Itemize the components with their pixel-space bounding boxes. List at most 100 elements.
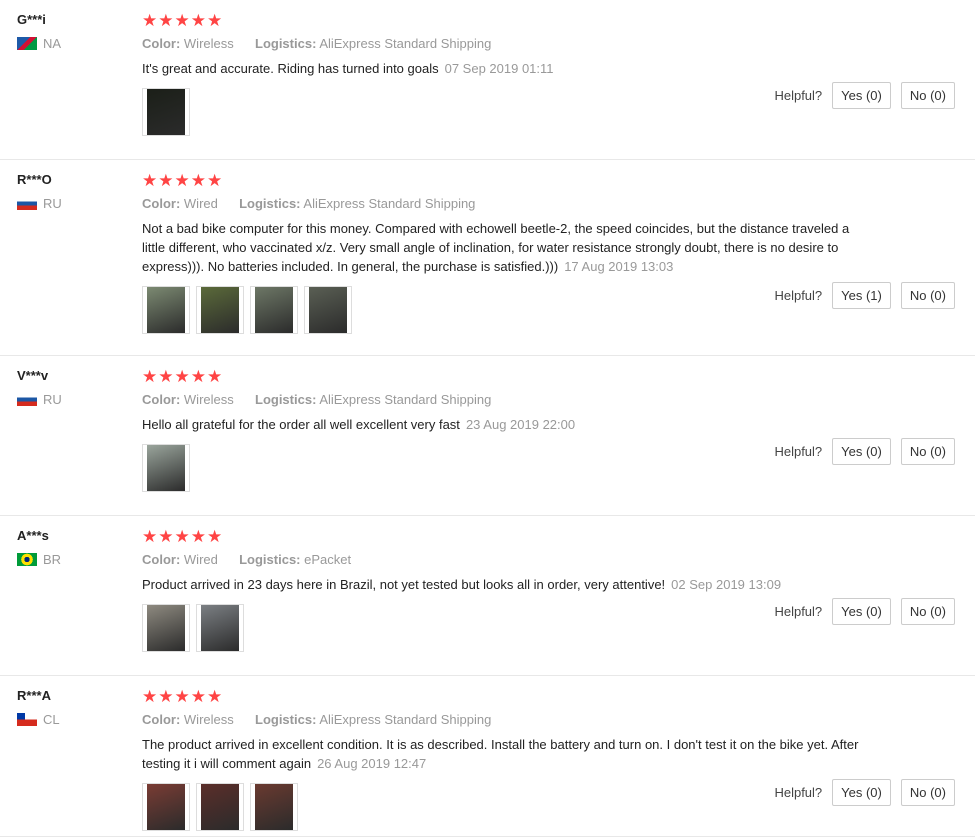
color-label: Color: (142, 196, 181, 211)
helpful-yes-button[interactable]: Yes (0) (832, 779, 891, 806)
review-text: Hello all grateful for the order all wel… (142, 415, 862, 434)
review-meta: Color: Wireless Logistics: AliExpress St… (142, 712, 862, 727)
country-code: RU (43, 196, 62, 211)
review-item: G***i NA ★★★★★ Color: Wireless Logistics… (0, 0, 975, 160)
color-label: Color: (142, 552, 181, 567)
helpful-controls: Helpful? Yes (0) No (0) (774, 438, 955, 465)
review-meta: Color: Wireless Logistics: AliExpress St… (142, 392, 862, 407)
color-value: Wired (183, 552, 218, 567)
review-photo-thumbnail[interactable] (196, 286, 244, 334)
review-body: Not a bad bike computer for this money. … (142, 221, 850, 274)
helpful-yes-button[interactable]: Yes (0) (832, 598, 891, 625)
helpful-no-button[interactable]: No (0) (900, 282, 955, 309)
review-meta: Color: Wireless Logistics: AliExpress St… (142, 36, 862, 51)
review-date: 26 Aug 2019 12:47 (317, 756, 427, 771)
helpful-controls: Helpful? Yes (0) No (0) (774, 779, 955, 806)
country-code: NA (43, 36, 62, 51)
review-text: Not a bad bike computer for this money. … (142, 219, 862, 276)
reviewer-country: NA (17, 36, 127, 51)
review-body: Hello all grateful for the order all wel… (142, 417, 460, 432)
helpful-label: Helpful? (774, 785, 823, 800)
review-body: Product arrived in 23 days here in Brazi… (142, 577, 666, 592)
review-photos (142, 783, 862, 831)
review-photo-thumbnail[interactable] (196, 783, 244, 831)
review-photo-thumbnail[interactable] (250, 783, 298, 831)
review-photo-icon (201, 287, 239, 333)
helpful-no-button[interactable]: No (0) (900, 82, 955, 109)
review-date: 02 Sep 2019 13:09 (671, 577, 782, 592)
review-photo-icon (147, 89, 185, 135)
helpful-yes-button[interactable]: Yes (0) (832, 438, 891, 465)
review-photo-thumbnail[interactable] (142, 604, 190, 652)
country-flag-icon (17, 393, 37, 406)
logistics-label: Logistics: (239, 552, 301, 567)
review-item: V***v RU ★★★★★ Color: Wireless Logistics… (0, 356, 975, 516)
country-flag-icon (17, 713, 37, 726)
logistics-value: AliExpress Standard Shipping (319, 392, 492, 407)
color-label: Color: (142, 36, 181, 51)
review-date: 07 Sep 2019 01:11 (444, 61, 554, 76)
review-photos (142, 286, 862, 334)
reviewer-name: G***i (17, 12, 46, 27)
rating-stars: ★★★★★ (142, 11, 224, 30)
review-photo-icon (201, 784, 239, 830)
helpful-controls: Helpful? Yes (0) No (0) (774, 82, 955, 109)
review-photos (142, 88, 862, 136)
review-photo-thumbnail[interactable] (250, 286, 298, 334)
reviewer-info: R***A CL (17, 688, 127, 727)
helpful-no-button[interactable]: No (0) (900, 438, 955, 465)
review-date: 17 Aug 2019 13:03 (564, 259, 674, 274)
review-text: Product arrived in 23 days here in Brazi… (142, 575, 862, 594)
review-content: ★★★★★ Color: Wired Logistics: ePacket Pr… (142, 528, 862, 652)
reviewer-name: R***O (17, 172, 52, 187)
review-photo-icon (201, 605, 239, 651)
review-text: The product arrived in excellent conditi… (142, 735, 862, 773)
color-value: Wireless (183, 36, 234, 51)
review-photo-thumbnail[interactable] (142, 286, 190, 334)
helpful-label: Helpful? (774, 288, 823, 303)
logistics-label: Logistics: (239, 196, 301, 211)
color-value: Wireless (183, 392, 234, 407)
logistics-label: Logistics: (255, 392, 317, 407)
country-code: RU (43, 392, 62, 407)
review-date: 23 Aug 2019 22:00 (465, 417, 576, 432)
review-photo-thumbnail[interactable] (142, 783, 190, 831)
review-item: R***O RU ★★★★★ Color: Wired Logistics: A… (0, 160, 975, 356)
review-content: ★★★★★ Color: Wireless Logistics: AliExpr… (142, 368, 862, 492)
reviewer-info: V***v RU (17, 368, 127, 407)
review-photo-icon (147, 784, 185, 830)
review-photo-icon (255, 287, 293, 333)
review-photo-thumbnail[interactable] (304, 286, 352, 334)
logistics-value: AliExpress Standard Shipping (319, 712, 492, 727)
review-body: The product arrived in excellent conditi… (142, 737, 859, 771)
helpful-no-button[interactable]: No (0) (900, 598, 955, 625)
rating-stars: ★★★★★ (142, 367, 224, 386)
reviewer-country: BR (17, 552, 127, 567)
country-code: CL (43, 712, 60, 727)
reviewer-name: R***A (17, 688, 51, 703)
color-value: Wireless (183, 712, 234, 727)
helpful-controls: Helpful? Yes (1) No (0) (774, 282, 955, 309)
helpful-yes-button[interactable]: Yes (1) (832, 282, 891, 309)
review-photo-icon (147, 287, 185, 333)
helpful-controls: Helpful? Yes (0) No (0) (774, 598, 955, 625)
helpful-label: Helpful? (774, 88, 823, 103)
review-item: A***s BR ★★★★★ Color: Wired Logistics: e… (0, 516, 975, 676)
helpful-no-button[interactable]: No (0) (900, 779, 955, 806)
review-text: It's great and accurate. Riding has turn… (142, 59, 862, 78)
logistics-value: AliExpress Standard Shipping (303, 196, 476, 211)
review-meta: Color: Wired Logistics: AliExpress Stand… (142, 196, 862, 211)
helpful-yes-button[interactable]: Yes (0) (832, 82, 891, 109)
review-photo-thumbnail[interactable] (142, 88, 190, 136)
reviewer-name: A***s (17, 528, 49, 543)
review-photo-thumbnail[interactable] (196, 604, 244, 652)
country-flag-icon (17, 553, 37, 566)
review-photo-thumbnail[interactable] (142, 444, 190, 492)
helpful-label: Helpful? (774, 604, 823, 619)
country-flag-icon (17, 37, 37, 50)
logistics-value: AliExpress Standard Shipping (319, 36, 492, 51)
review-photo-icon (147, 605, 185, 651)
review-meta: Color: Wired Logistics: ePacket (142, 552, 862, 567)
reviewer-info: G***i NA (17, 12, 127, 51)
country-flag-icon (17, 197, 37, 210)
